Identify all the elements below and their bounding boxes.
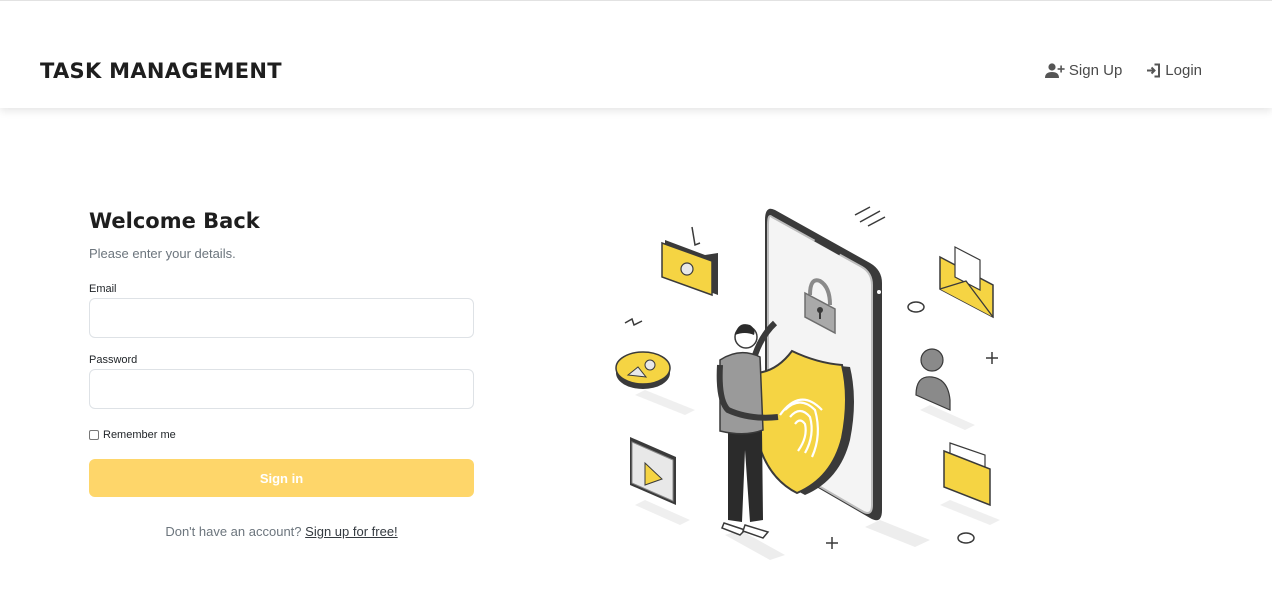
email-field[interactable] — [89, 298, 474, 338]
login-nav-link[interactable]: Login — [1146, 62, 1202, 79]
signup-prompt: Don't have an account? Sign up for free! — [89, 524, 474, 539]
nav-links: Sign Up Login — [1044, 62, 1202, 79]
documents-folder-icon — [943, 442, 991, 507]
signup-nav-link[interactable]: Sign Up — [1044, 62, 1123, 79]
security-illustration — [615, 206, 1000, 560]
page-title: Welcome Back — [89, 209, 260, 233]
user-icon — [915, 348, 951, 411]
signup-nav-label: Sign Up — [1068, 62, 1123, 79]
email-label: Email — [89, 283, 117, 295]
login-form: Welcome Back Please enter your details. … — [89, 205, 474, 539]
user-plus-icon — [1044, 62, 1065, 78]
top-navbar: TASK MANAGEMENT Sign Up Login — [0, 0, 1272, 108]
signup-prompt-text: Don't have an account? — [165, 524, 302, 539]
video-icon — [630, 437, 676, 505]
envelope-icon — [939, 246, 994, 319]
remember-me-label[interactable]: Remember me — [103, 429, 176, 441]
user-badge-icon — [615, 351, 671, 389]
sign-in-icon — [1147, 63, 1161, 78]
remember-me-row: Remember me — [89, 429, 474, 441]
sign-in-button[interactable]: Sign in — [89, 459, 474, 497]
page-subtitle: Please enter your details. — [89, 246, 236, 261]
password-field[interactable] — [89, 369, 474, 409]
remember-me-checkbox[interactable] — [89, 430, 99, 440]
password-label: Password — [89, 354, 138, 366]
brand-title[interactable]: TASK MANAGEMENT — [40, 59, 282, 83]
signup-link[interactable]: Sign up for free! — [305, 524, 398, 539]
folder-icon — [661, 226, 718, 297]
login-nav-label: Login — [1165, 62, 1202, 79]
